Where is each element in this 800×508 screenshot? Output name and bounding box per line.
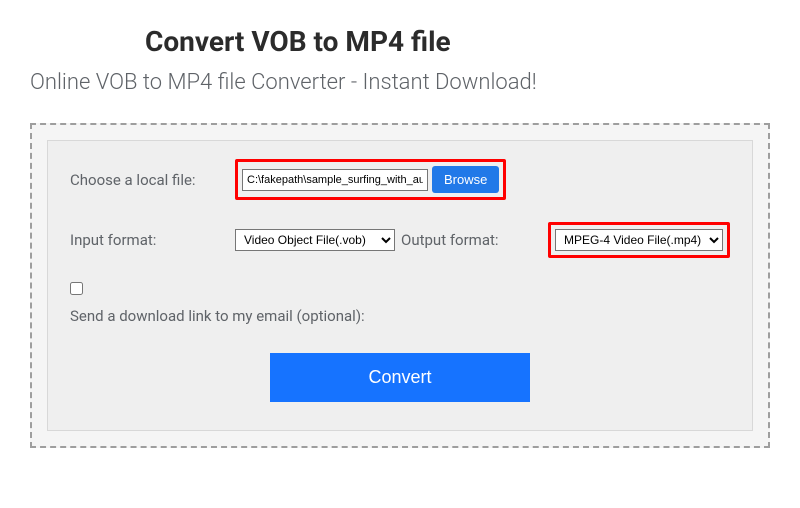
input-format-select[interactable]: Video Object File(.vob)	[235, 229, 395, 251]
converter-panel: Choose a local file: Browse Input format…	[47, 140, 753, 431]
file-path-input[interactable]	[242, 169, 428, 191]
browse-button[interactable]: Browse	[432, 166, 499, 193]
input-format-label: Input format:	[70, 231, 235, 249]
page-title: Convert VOB to MP4 file	[145, 25, 770, 58]
file-input-highlight: Browse	[235, 159, 506, 200]
output-format-highlight: MPEG-4 Video File(.mp4)	[548, 222, 730, 258]
output-format-label: Output format:	[401, 231, 499, 249]
converter-dashed-container: Choose a local file: Browse Input format…	[30, 123, 770, 448]
email-option-label: Send a download link to my email (option…	[70, 307, 730, 325]
page-subtitle: Online VOB to MP4 file Converter - Insta…	[30, 70, 770, 95]
choose-file-row: Choose a local file: Browse	[70, 159, 730, 200]
format-row: Input format: Video Object File(.vob) Ou…	[70, 222, 730, 258]
email-checkbox-row	[70, 280, 730, 299]
choose-file-label: Choose a local file:	[70, 171, 235, 189]
output-format-select[interactable]: MPEG-4 Video File(.mp4)	[555, 229, 723, 251]
email-checkbox[interactable]	[70, 282, 83, 295]
convert-button[interactable]: Convert	[270, 353, 530, 402]
